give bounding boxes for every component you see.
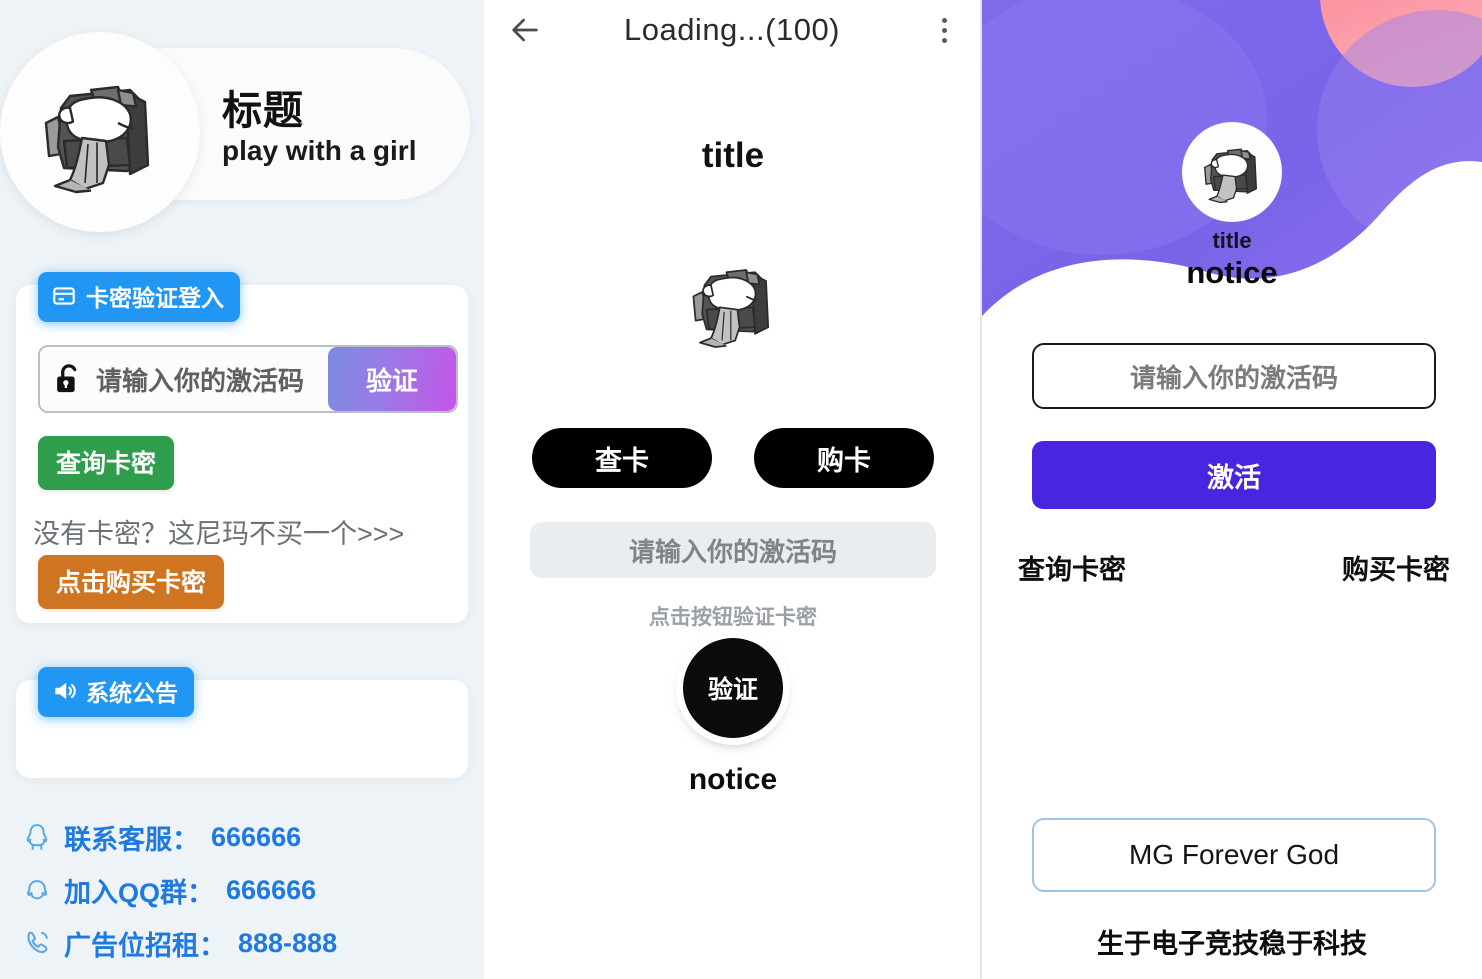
speaker-icon — [55, 682, 76, 700]
mid-page-title: title — [701, 136, 765, 175]
right-link-row: 查询卡密 购买卡密 — [1018, 548, 1450, 587]
panel-right: title notice 请输入你的激活码 激活 查询卡密 购买卡密 MG Fo… — [982, 0, 1482, 979]
mid-topbar-title: Loading...(100) — [623, 12, 841, 47]
bear-on-couch-logo-icon — [692, 269, 770, 348]
hero-avatar — [1182, 122, 1282, 222]
system-notice-badge: 系统公告 — [38, 667, 194, 717]
qq-group-icon — [27, 879, 48, 899]
query-card-link[interactable]: 查询卡密 — [1018, 548, 1126, 587]
card-icon — [53, 287, 75, 305]
panel-middle: Loading...(100) title 查卡 购卡 请输入你的激活码 点击按… — [484, 0, 982, 979]
right-activation-code-input[interactable]: 请输入你的激活码 — [1032, 343, 1436, 409]
buy-card-button[interactable]: 购卡 — [754, 428, 934, 488]
lock-open-icon — [57, 364, 77, 393]
login-card-badge: 卡密验证登入 — [38, 272, 240, 322]
avatar — [0, 32, 200, 232]
contact-row-group[interactable]: 加入QQ群： 666666 — [22, 871, 337, 910]
page-subtitle: play with a girl — [222, 135, 417, 166]
contact-label-service: 联系客服： — [64, 825, 199, 855]
footer-slogan: 生于电子竞技稳于科技 — [1097, 929, 1367, 959]
verify-button[interactable]: 验证 — [328, 347, 456, 411]
mid-verify-button[interactable]: 验证 — [683, 638, 783, 738]
hero-banner: title notice — [982, 0, 1482, 340]
query-card-button[interactable]: 查询卡密 — [38, 436, 175, 490]
bear-on-couch-logo-icon — [44, 85, 150, 194]
qq-penguin-icon — [26, 823, 48, 850]
contact-value-ad: 888-888 — [238, 928, 338, 958]
login-card-badge-label: 卡密验证登入 — [86, 285, 224, 311]
more-vertical-icon[interactable] — [932, 13, 956, 47]
phone-icon — [27, 931, 48, 953]
activate-button[interactable]: 激活 — [1032, 441, 1436, 509]
buy-card-link[interactable]: 购买卡密 — [1342, 548, 1450, 587]
activation-code-placeholder: 请输入你的激活码 — [96, 365, 305, 396]
check-card-button[interactable]: 查卡 — [532, 428, 712, 488]
mid-button-row: 查卡 购卡 — [484, 428, 982, 488]
system-notice-badge-label: 系统公告 — [86, 680, 178, 706]
activation-code-row[interactable]: 请输入你的激活码 验证 — [38, 345, 458, 413]
contact-row-service[interactable]: 联系客服： 666666 — [22, 818, 337, 857]
contact-row-ad[interactable]: 广告位招租： 888-888 — [22, 924, 337, 963]
footer-box[interactable]: MG Forever God — [1032, 818, 1436, 892]
buy-card-button[interactable]: 点击购买卡密 — [38, 555, 225, 609]
mid-verify-hint: 点击按钮验证卡密 — [649, 606, 817, 629]
contact-value-service: 666666 — [211, 822, 302, 852]
hero-notice: notice — [1186, 255, 1278, 290]
hero-title: title — [1212, 228, 1252, 253]
bear-on-couch-logo-icon — [1203, 148, 1258, 204]
contact-list: 联系客服： 666666 加入QQ群： 666666 广告位招租： 888-88… — [22, 818, 337, 977]
contact-label-group: 加入QQ群： — [64, 878, 215, 908]
contact-label-ad: 广告位招租： — [64, 931, 226, 961]
panel-left: 标题 play with a girl 卡密验证登入 请输入你的激活码 验证 查… — [0, 0, 484, 979]
contact-value-group: 666666 — [226, 875, 317, 905]
page-title: 标题 — [222, 89, 304, 133]
header-text: 标题 play with a girl — [222, 90, 416, 167]
activation-code-input[interactable]: 请输入你的激活码 — [40, 347, 328, 411]
no-card-hint: 没有卡密？这尼玛不买一个>>> — [33, 519, 405, 549]
mid-activation-code-input[interactable]: 请输入你的激活码 — [530, 522, 936, 578]
screenshot-root: 标题 play with a girl 卡密验证登入 请输入你的激活码 验证 查… — [0, 0, 1482, 979]
mid-notice-text: notice — [688, 763, 778, 796]
mid-topbar: Loading...(100) — [484, 0, 982, 60]
